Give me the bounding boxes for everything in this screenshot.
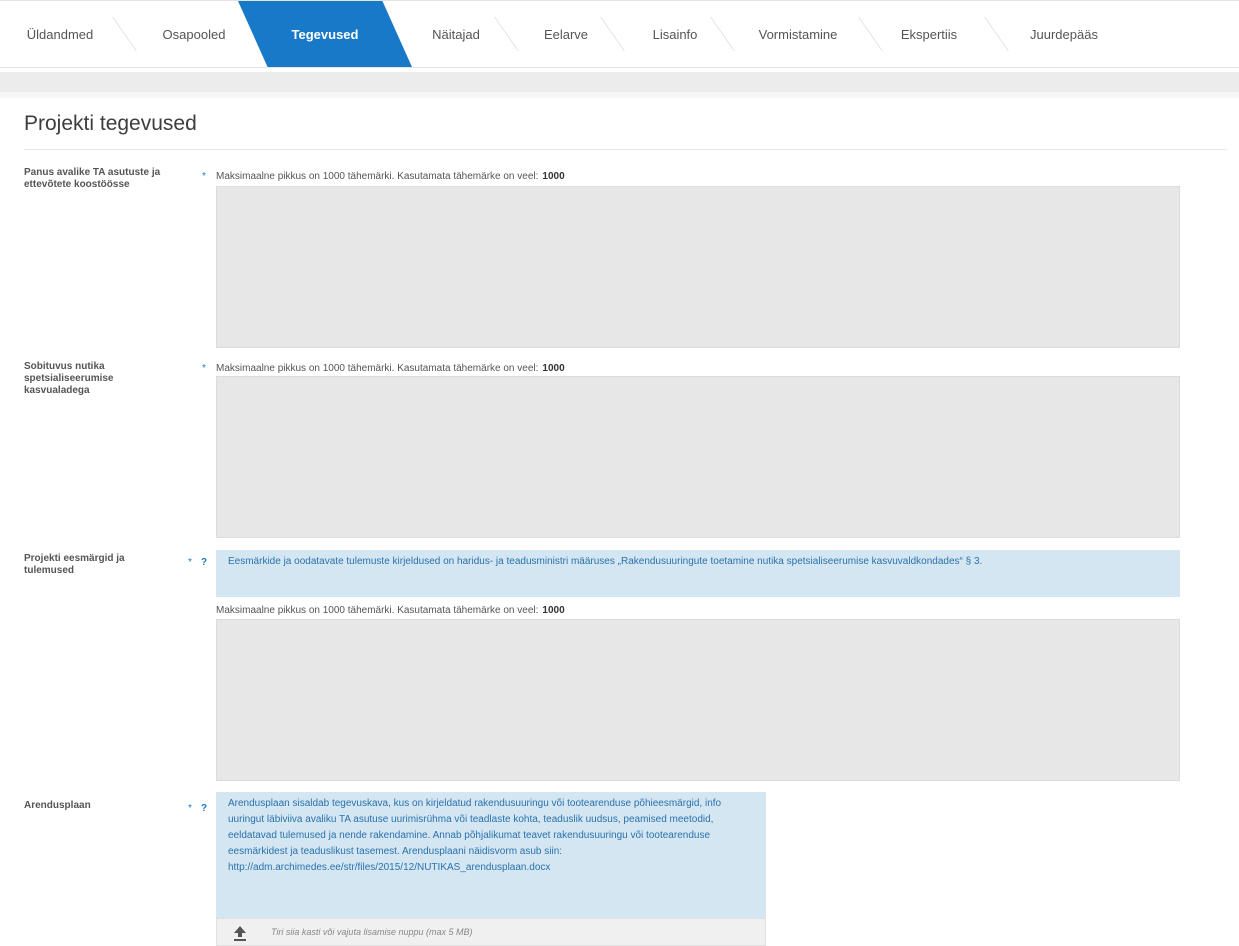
char-counter-value: 1000 xyxy=(542,605,565,616)
char-counter-text: Maksimaalne pikkus on 1000 tähemärki. Ka… xyxy=(216,363,539,374)
tab-label: Ekspertiis xyxy=(900,26,958,42)
tab-ekspertiis[interactable]: Ekspertiis xyxy=(870,1,988,67)
required-marker: * xyxy=(202,363,206,374)
char-counter-value: 1000 xyxy=(542,363,565,374)
char-counter: Maksimaalne pikkus on 1000 tähemärki. Ka… xyxy=(216,605,565,617)
sub-toolbar-shadow xyxy=(0,92,1239,98)
upload-button[interactable] xyxy=(227,922,253,944)
tab-juurdepaas[interactable]: Juurdepääs xyxy=(1002,1,1126,67)
tab-label: Vormistamine xyxy=(758,26,838,42)
tab-label: Tegevused xyxy=(291,26,359,42)
tab-label: Eelarve xyxy=(543,26,589,42)
sobituvus-textarea[interactable] xyxy=(216,376,1180,538)
char-counter-text: Maksimaalne pikkus on 1000 tähemärki. Ka… xyxy=(216,171,539,182)
required-marker: * xyxy=(202,171,206,182)
file-upload-dropzone[interactable]: Tiri siia kasti või vajuta lisamise nupp… xyxy=(216,918,766,946)
tab-separator xyxy=(112,17,137,51)
char-counter: Maksimaalne pikkus on 1000 tähemärki. Ka… xyxy=(216,171,565,183)
panus-textarea[interactable] xyxy=(216,186,1180,348)
tab-uldandmed[interactable]: Üldandmed xyxy=(6,1,114,67)
required-marker: * xyxy=(188,803,192,814)
help-icon[interactable]: ? xyxy=(201,803,207,815)
tab-label: Üldandmed xyxy=(26,26,94,42)
field-label-eesmargid: Projekti eesmärgid ja tulemused xyxy=(24,553,125,576)
tab-tegevused[interactable]: Tegevused xyxy=(238,1,412,67)
tab-osapooled[interactable]: Osapooled xyxy=(138,1,250,67)
tab-label: Näitajad xyxy=(432,26,480,42)
tab-label: Osapooled xyxy=(162,26,226,42)
field-label-sobituvus: Sobituvus nutika spetsialiseerumise kasv… xyxy=(24,361,114,396)
char-counter-value: 1000 xyxy=(542,171,565,182)
tab-label: Juurdepääs xyxy=(1030,26,1098,42)
help-box-arendusplaan: Arendusplaan sisaldab tegevuskava, kus o… xyxy=(216,792,766,918)
tab-naitajad[interactable]: Näitajad xyxy=(400,1,512,67)
upload-hint: Tiri siia kasti või vajuta lisamise nupp… xyxy=(271,927,473,937)
char-counter-text: Maksimaalne pikkus on 1000 tähemärki. Ka… xyxy=(216,605,539,616)
required-marker: * xyxy=(188,557,192,568)
upload-icon xyxy=(234,926,246,941)
char-counter: Maksimaalne pikkus on 1000 tähemärki. Ka… xyxy=(216,363,565,375)
tab-lisainfo[interactable]: Lisainfo xyxy=(620,1,730,67)
tab-vormistamine[interactable]: Vormistamine xyxy=(730,1,866,67)
title-divider xyxy=(24,149,1227,150)
tab-eelarve[interactable]: Eelarve xyxy=(516,1,616,67)
page-title: Projekti tegevused xyxy=(24,112,197,135)
field-label-arendusplaan: Arendusplaan xyxy=(24,800,91,811)
help-icon[interactable]: ? xyxy=(201,557,207,569)
help-box-eesmargid: Eesmärkide ja oodatavate tulemuste kirje… xyxy=(216,550,1180,597)
sub-toolbar xyxy=(0,72,1239,92)
tab-bar: Üldandmed Osapooled Tegevused Näitajad E… xyxy=(0,0,1239,68)
tab-label: Lisainfo xyxy=(652,26,698,42)
field-label-panus: Panus avalike TA asutuste ja ettevõtete … xyxy=(24,167,161,190)
eesmargid-textarea[interactable] xyxy=(216,619,1180,781)
